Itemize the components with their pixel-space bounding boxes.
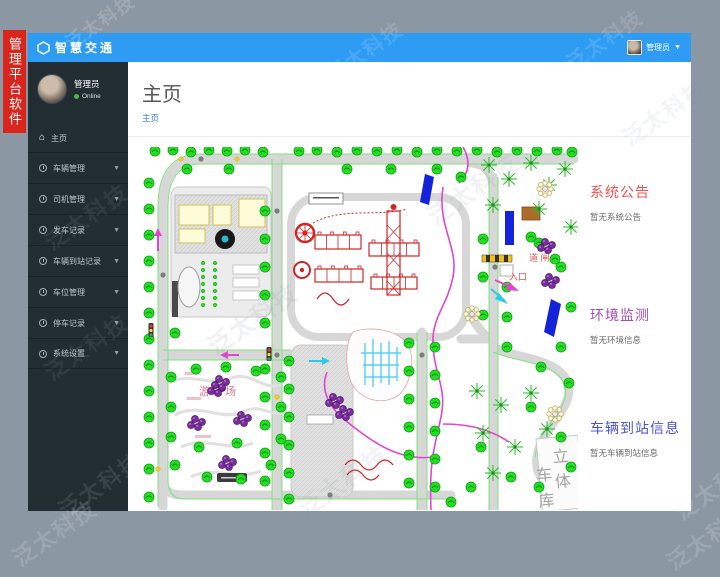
sidebar: 管理员 Online ⌂ 主页 车辆管理 ▼ 司机管理 ▼ 发车记录 ▼ 车辆到…: [28, 62, 128, 511]
sidebar-item-vehicle-mgmt[interactable]: 车辆管理 ▼: [28, 152, 128, 183]
navbar-avatar: [627, 40, 643, 55]
panel-empty-text: 暂无系统公告: [590, 212, 642, 222]
campus-map-svg: 立体车库 游乐场 入口 道 闸: [141, 144, 585, 515]
main-content: 主页 主页 立 体 车 库 入口 道 闸 系统公告 暂无系统公告 环境监测 暂无…: [128, 62, 691, 515]
svg-text:立: 立: [552, 447, 570, 466]
sidebar-user-status: Online: [74, 93, 101, 100]
app-window: 智慧交通 管理员 ▼ 管理员 Online ⌂ 主页 车辆管理 ▼ 司机管理 ▼…: [28, 33, 691, 515]
panel-title: 系统公告: [590, 184, 650, 200]
breadcrumb[interactable]: 主页: [142, 112, 159, 124]
gauge-icon: [39, 164, 47, 172]
sidebar-item-system-settings[interactable]: 系统设置 ▼: [28, 338, 128, 369]
gauge-icon: [39, 319, 47, 327]
chevron-down-icon: ▼: [674, 44, 681, 51]
gauge-icon: [39, 195, 47, 203]
online-dot-icon: [74, 94, 79, 99]
water-sketch: [346, 328, 413, 402]
sidebar-user-panel: 管理员 Online: [28, 62, 128, 118]
sidebar-item-driver-mgmt[interactable]: 司机管理 ▼: [28, 183, 128, 214]
svg-text:体: 体: [554, 472, 572, 491]
garage-sign: 立体车库: [535, 434, 585, 513]
brand: 智慧交通: [28, 39, 115, 56]
panel-system-announcement: 系统公告 暂无系统公告: [590, 182, 690, 223]
mini-signs: [308, 192, 344, 205]
panel-empty-text: 暂无环境信息: [590, 335, 642, 345]
sidebar-item-arrival-records[interactable]: 车辆到站记录 ▼: [28, 245, 128, 276]
label-gate: 道 闸: [529, 252, 550, 263]
hexagon-logo-icon: [37, 40, 50, 55]
navbar-user-name: 管理员: [646, 43, 671, 52]
chevron-down-icon: ▼: [113, 350, 120, 357]
page-title: 主页: [142, 84, 182, 106]
plaza-block: [290, 344, 354, 498]
sidebar-item-parking-space-mgmt[interactable]: 车位管理 ▼: [28, 276, 128, 307]
chevron-down-icon: ▼: [113, 319, 120, 327]
top-navbar: 智慧交通 管理员 ▼: [28, 33, 691, 62]
gauge-icon: [39, 288, 47, 296]
building-block: [170, 186, 272, 318]
divider: [128, 136, 691, 137]
svg-text:库: 库: [538, 492, 556, 510]
sidebar-item-home[interactable]: ⌂ 主页: [28, 124, 128, 152]
sidebar-avatar: [37, 74, 67, 104]
panel-environment-monitor: 环境监测 暂无环境信息: [590, 305, 690, 346]
chevron-down-icon: ▼: [113, 226, 120, 234]
sidebar-item-parking-records[interactable]: 停车记录 ▼: [28, 307, 128, 338]
gauge-icon: [39, 257, 47, 265]
navbar-user-menu[interactable]: 管理员 ▼: [627, 40, 691, 55]
gauge-icon: [39, 349, 47, 358]
sidebar-menu: ⌂ 主页 车辆管理 ▼ 司机管理 ▼ 发车记录 ▼ 车辆到站记录 ▼ 车位管理 …: [28, 124, 128, 369]
label-entrance: 入口: [509, 272, 527, 282]
gauge-icon: [39, 226, 47, 234]
home-icon: ⌂: [39, 132, 46, 143]
chevron-down-icon: ▼: [113, 164, 120, 172]
panel-empty-text: 暂无车辆到站信息: [590, 448, 659, 458]
panel-vehicle-arrival-info: 车辆到站信息 暂无车辆到站信息: [590, 418, 690, 459]
sidebar-item-departure-records[interactable]: 发车记录 ▼: [28, 214, 128, 245]
brand-title: 智慧交通: [55, 41, 116, 55]
online-label: Online: [82, 93, 101, 100]
vertical-ribbon-title: 管理平台软件: [3, 30, 26, 133]
panel-title: 车辆到站信息: [590, 420, 680, 436]
chevron-down-icon: ▼: [113, 195, 120, 203]
sidebar-user-name: 管理员: [74, 79, 100, 89]
panel-title: 环境监测: [590, 307, 650, 323]
campus-map: 立体车库 游乐场 入口 道 闸: [141, 144, 585, 515]
chevron-down-icon: ▼: [113, 257, 120, 265]
chevron-down-icon: ▼: [113, 288, 120, 296]
